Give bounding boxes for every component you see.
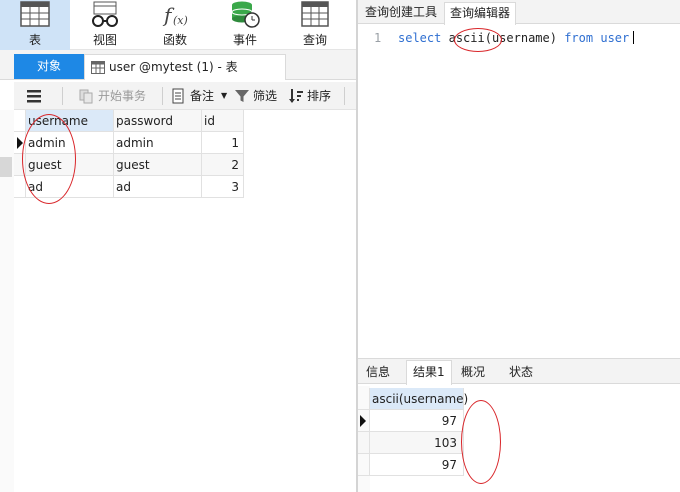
table-row-cell[interactable]: 103 bbox=[370, 432, 464, 454]
table-icon bbox=[20, 1, 50, 27]
ribbon-query-button[interactable]: 查询 bbox=[280, 0, 350, 50]
table-row-cell[interactable]: guest bbox=[26, 154, 114, 176]
table-row-cell[interactable]: 2 bbox=[202, 154, 244, 176]
ribbon-event-label: 事件 bbox=[232, 33, 257, 47]
function-argument: (username) bbox=[484, 31, 557, 45]
table-row-cell[interactable]: 97 bbox=[370, 454, 464, 476]
row-selector-header bbox=[358, 388, 370, 410]
event-clock-icon bbox=[231, 1, 260, 28]
table-row-cell[interactable]: admin bbox=[26, 132, 114, 154]
ribbon-toolbar: 表 视图 f (x) 函数 事件 查询 bbox=[0, 0, 356, 50]
keyword-select: select bbox=[398, 31, 442, 45]
menu-button[interactable] bbox=[26, 86, 46, 106]
row-selector[interactable] bbox=[358, 432, 370, 454]
table-row-cell[interactable]: 97 bbox=[370, 410, 464, 432]
transaction-icon bbox=[79, 89, 93, 104]
text-caret bbox=[633, 31, 635, 44]
current-row-arrow-icon bbox=[17, 137, 23, 149]
table-row-cell[interactable]: 1 bbox=[202, 132, 244, 154]
table-row-cell[interactable]: admin bbox=[114, 132, 202, 154]
query-tab-bar: 查询创建工具 查询编辑器 bbox=[358, 0, 680, 25]
sql-code-line[interactable]: select ascii(username) from user bbox=[398, 31, 635, 45]
tab-user-table-label: user @mytest (1) - 表 bbox=[109, 60, 238, 74]
sort-button[interactable]: 排序 bbox=[288, 86, 338, 106]
table-row-cell[interactable]: guest bbox=[114, 154, 202, 176]
line-number: 1 bbox=[374, 31, 382, 45]
filter-button[interactable]: 筛选 bbox=[234, 86, 282, 106]
table-small-icon bbox=[91, 61, 105, 74]
column-header-ascii-username[interactable]: ascii(username) bbox=[370, 388, 468, 410]
hamburger-icon bbox=[27, 90, 41, 103]
tab-status[interactable]: 状态 bbox=[503, 361, 539, 384]
sql-editor[interactable]: 1 select ascii(username) from user bbox=[358, 25, 680, 357]
begin-transaction-label: 开始事务 bbox=[98, 89, 147, 103]
glasses-icon bbox=[92, 1, 118, 27]
tab-query-editor[interactable]: 查询编辑器 bbox=[444, 2, 517, 25]
table-row-cell[interactable]: ad bbox=[26, 176, 114, 198]
column-header-id[interactable]: id bbox=[202, 110, 244, 132]
ribbon-table-label: 表 bbox=[28, 33, 41, 47]
filter-icon bbox=[235, 90, 249, 102]
column-header-password[interactable]: password bbox=[114, 110, 202, 132]
ribbon-table-button[interactable]: 表 bbox=[0, 0, 70, 50]
begin-transaction-button[interactable]: 开始事务 bbox=[78, 86, 158, 106]
gutter-marker bbox=[0, 157, 12, 177]
function-icon: f (x) bbox=[162, 3, 188, 27]
result-tab-bar: 信息 结果1 概况 状态 bbox=[358, 358, 680, 385]
grid-toolbar: 开始事务 备注 ▼ 筛选 排序 bbox=[14, 82, 356, 110]
ribbon-function-button[interactable]: f (x) 函数 bbox=[140, 0, 210, 50]
note-label: 备注 bbox=[190, 89, 215, 103]
svg-text:(x): (x) bbox=[173, 14, 188, 27]
table-row-cell[interactable]: 3 bbox=[202, 176, 244, 198]
row-selector[interactable] bbox=[14, 176, 26, 198]
ribbon-view-label: 视图 bbox=[92, 33, 117, 47]
tab-info[interactable]: 信息 bbox=[360, 361, 396, 384]
note-icon bbox=[172, 88, 184, 104]
note-dropdown-icon[interactable]: ▼ bbox=[221, 86, 227, 106]
keyword-from: from bbox=[564, 31, 594, 45]
note-button[interactable]: 备注 ▼ bbox=[170, 86, 230, 106]
tab-profile[interactable]: 概况 bbox=[455, 361, 491, 384]
query-grid-icon bbox=[301, 1, 329, 27]
row-selector-header bbox=[14, 110, 26, 132]
function-ascii: ascii bbox=[448, 31, 485, 45]
tab-objects[interactable]: 对象 bbox=[14, 54, 84, 79]
sort-label: 排序 bbox=[307, 89, 332, 103]
current-row-arrow-icon bbox=[360, 415, 366, 427]
ribbon-function-label: 函数 bbox=[162, 33, 187, 47]
document-tab-bar: 对象 user @mytest (1) - 表 bbox=[0, 50, 356, 80]
red-annotation-circle bbox=[461, 400, 501, 484]
tab-result-1[interactable]: 结果1 bbox=[406, 360, 452, 385]
ribbon-event-button[interactable]: 事件 bbox=[210, 0, 280, 50]
ribbon-query-label: 查询 bbox=[302, 33, 327, 47]
column-header-username[interactable]: username bbox=[26, 110, 114, 132]
ribbon-view-button[interactable]: 视图 bbox=[70, 0, 140, 50]
filter-label: 筛选 bbox=[253, 89, 278, 103]
row-selector[interactable] bbox=[14, 154, 26, 176]
sort-icon bbox=[289, 89, 303, 103]
table-row-cell[interactable]: ad bbox=[114, 176, 202, 198]
tab-user-table[interactable]: user @mytest (1) - 表 bbox=[84, 54, 286, 80]
table-identifier: user bbox=[600, 31, 630, 45]
tab-query-builder[interactable]: 查询创建工具 bbox=[360, 2, 442, 24]
row-selector[interactable] bbox=[358, 454, 370, 476]
